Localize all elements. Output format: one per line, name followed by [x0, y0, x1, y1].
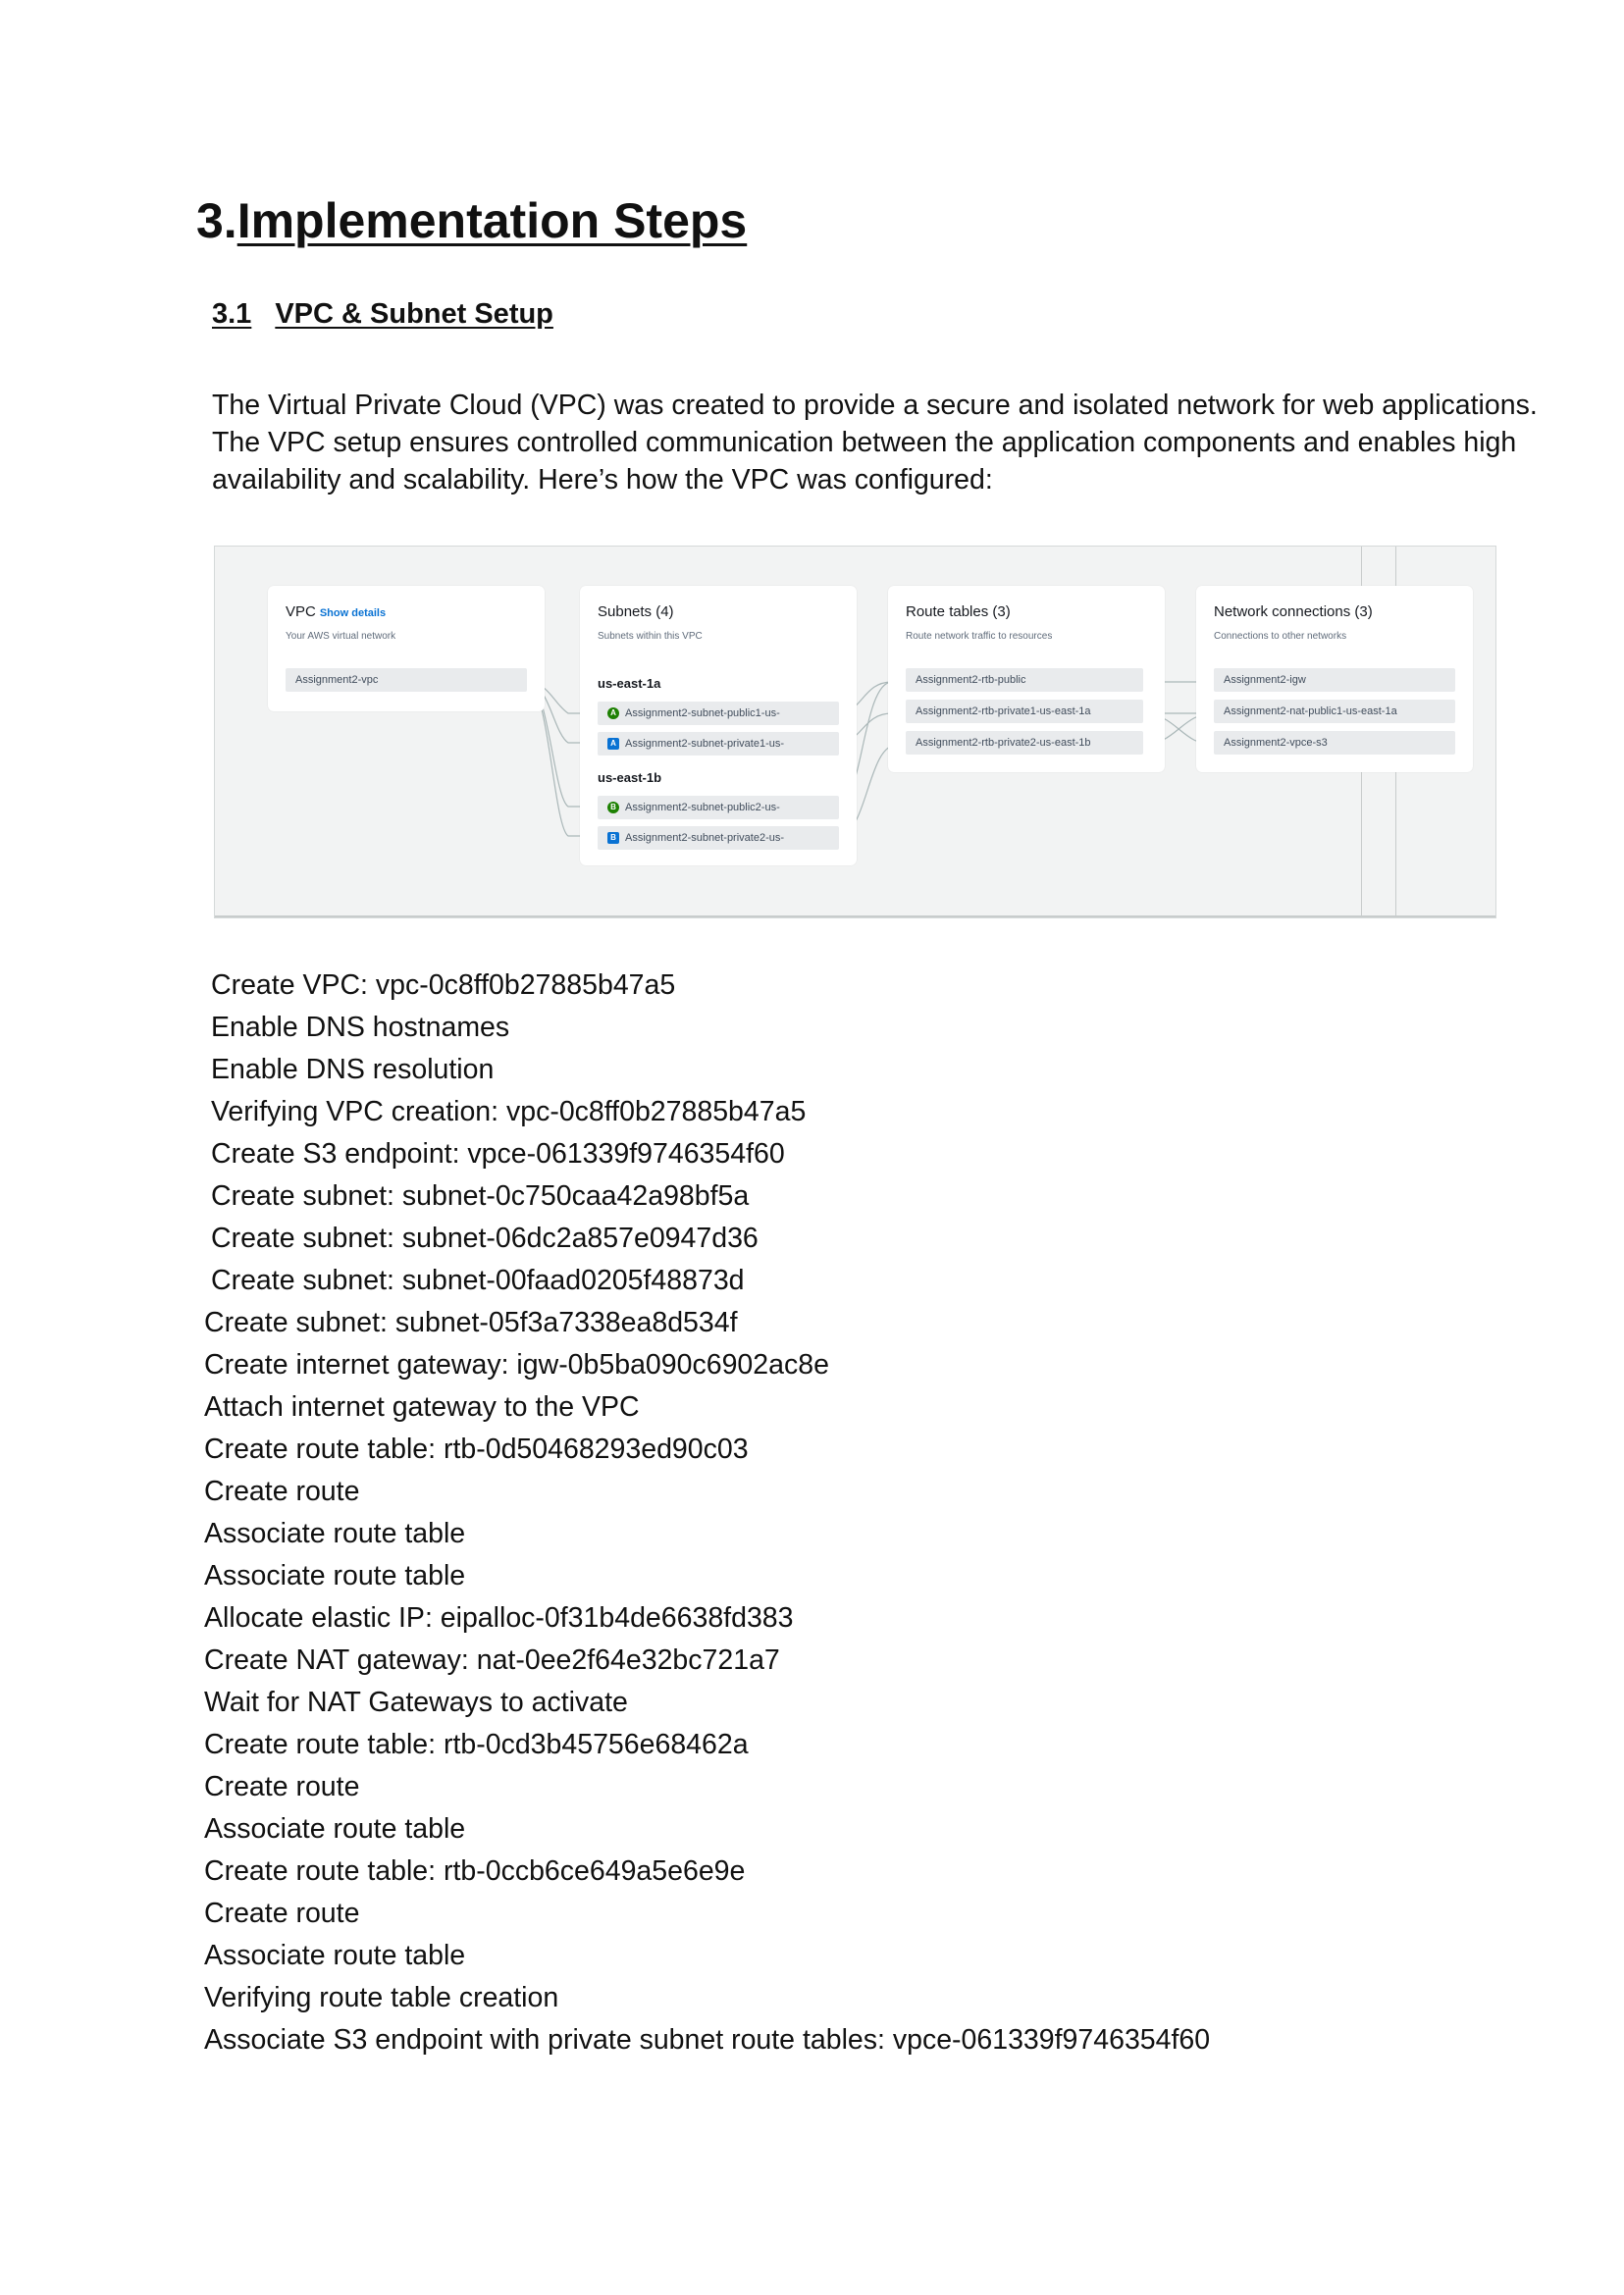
step-item: Create route: [204, 1771, 360, 1802]
step-item: Allocate elastic IP: eipalloc-0f31b4de66…: [204, 1602, 794, 1634]
subnets-card-subtitle: Subnets within this VPC: [598, 631, 703, 642]
route-table-item[interactable]: Assignment2-rtb-private2-us-east-1b: [906, 731, 1143, 755]
step-item: Create route: [204, 1476, 360, 1507]
network-connection-item[interactable]: Assignment2-igw: [1214, 668, 1455, 692]
vpc-card-title: VPC Show details: [286, 603, 386, 620]
subsection-title: VPC & Subnet Setup: [275, 298, 553, 330]
intro-paragraph: The Virtual Private Cloud (VPC) was crea…: [212, 390, 1538, 496]
step-item: Create NAT gateway: nat-0ee2f64e32bc721a…: [204, 1644, 780, 1676]
vpc-card: VPC Show details Your AWS virtual network…: [268, 586, 545, 711]
step-item: Create subnet: subnet-00faad0205f48873d: [211, 1265, 745, 1296]
subnet-label: Assignment2-subnet-public2-us-: [625, 802, 780, 813]
step-item: Verifying route table creation: [204, 1982, 559, 2013]
step-item: Create subnet: subnet-06dc2a857e0947d36: [211, 1223, 759, 1254]
network-connection-item[interactable]: Assignment2-nat-public1-us-east-1a: [1214, 700, 1455, 723]
public-subnet-icon: B: [607, 802, 619, 814]
step-item: Associate route table: [204, 1813, 466, 1845]
route-table-item[interactable]: Assignment2-rtb-public: [906, 668, 1143, 692]
az-label: us-east-1a: [598, 676, 661, 691]
section-number: 3.: [196, 193, 237, 248]
public-subnet-icon: A: [607, 707, 619, 720]
route-table-item[interactable]: Assignment2-rtb-private1-us-east-1a: [906, 700, 1143, 723]
section-title: Implementation Steps: [236, 193, 748, 248]
vpc-resource-map: VPC Show details Your AWS virtual network…: [214, 546, 1496, 918]
step-item: Create internet gateway: igw-0b5ba090c69…: [204, 1349, 829, 1381]
step-item: Enable DNS resolution: [211, 1054, 495, 1085]
subnet-item[interactable]: B Assignment2-subnet-private2-us-: [598, 826, 839, 850]
step-item: Associate route table: [204, 1560, 466, 1591]
network-connections-card-title: Network connections (3): [1214, 603, 1373, 620]
network-connections-card: Network connections (3) Connections to o…: [1196, 586, 1473, 772]
network-connections-card-subtitle: Connections to other networks: [1214, 631, 1347, 642]
step-item: Wait for NAT Gateways to activate: [204, 1687, 628, 1718]
subnet-label: Assignment2-subnet-private1-us-: [625, 738, 785, 750]
subnets-card: Subnets (4) Subnets within this VPC us-e…: [580, 586, 857, 865]
subnet-item[interactable]: B Assignment2-subnet-public2-us-: [598, 796, 839, 819]
show-details-link[interactable]: Show details: [320, 607, 386, 619]
step-item: Associate route table: [204, 1940, 466, 1971]
vpc-card-title-text: VPC: [286, 603, 316, 620]
subsection-heading: 3.1 VPC & Subnet Setup: [212, 300, 553, 329]
step-item: Create S3 endpoint: vpce-061339f9746354f…: [211, 1138, 785, 1170]
route-tables-card-subtitle: Route network traffic to resources: [906, 631, 1053, 642]
route-tables-card-title: Route tables (3): [906, 603, 1011, 620]
private-subnet-icon: B: [607, 832, 619, 845]
subnet-item[interactable]: A Assignment2-subnet-private1-us-: [598, 732, 839, 756]
step-item: Associate S3 endpoint with private subne…: [204, 2024, 1211, 2056]
diagram-bottom-border: [215, 915, 1495, 917]
private-subnet-icon: A: [607, 738, 619, 751]
step-item: Create route table: rtb-0d50468293ed90c0…: [204, 1434, 749, 1465]
step-item: Attach internet gateway to the VPC: [204, 1391, 640, 1423]
vpc-item[interactable]: Assignment2-vpc: [286, 668, 527, 692]
subnets-card-title: Subnets (4): [598, 603, 674, 620]
step-item: Create VPC: vpc-0c8ff0b27885b47a5: [211, 969, 676, 1001]
step-item: Associate route table: [204, 1518, 466, 1549]
az-label: us-east-1b: [598, 770, 662, 785]
network-connection-item[interactable]: Assignment2-vpce-s3: [1214, 731, 1455, 755]
step-item: Create subnet: subnet-0c750caa42a98bf5a: [211, 1180, 750, 1212]
step-item: Create route table: rtb-0ccb6ce649a5e6e9…: [204, 1855, 746, 1887]
step-item: Create route table: rtb-0cd3b45756e68462…: [204, 1729, 749, 1760]
step-item: Create route: [204, 1898, 360, 1929]
subnet-label: Assignment2-subnet-public1-us-: [625, 707, 780, 719]
section-heading: 3.Implementation Steps: [196, 196, 747, 245]
subsection-number: 3.1: [212, 298, 252, 330]
step-item: Enable DNS hostnames: [211, 1012, 510, 1043]
step-item: Verifying VPC creation: vpc-0c8ff0b27885…: [211, 1096, 807, 1127]
subnet-label: Assignment2-subnet-private2-us-: [625, 832, 785, 844]
subnet-item[interactable]: A Assignment2-subnet-public1-us-: [598, 702, 839, 725]
step-item: Create subnet: subnet-05f3a7338ea8d534f: [204, 1307, 738, 1338]
route-tables-card: Route tables (3) Route network traffic t…: [888, 586, 1165, 772]
vpc-card-subtitle: Your AWS virtual network: [286, 631, 396, 642]
